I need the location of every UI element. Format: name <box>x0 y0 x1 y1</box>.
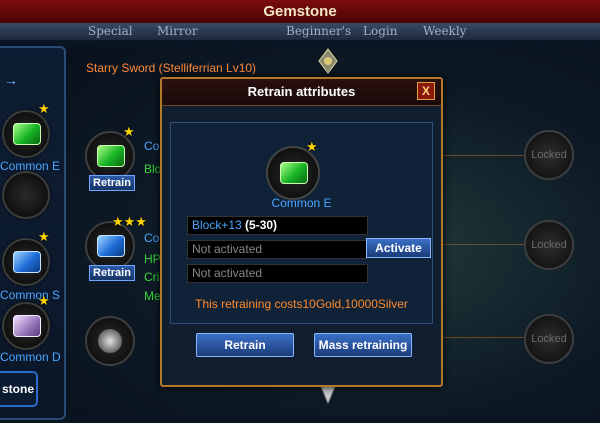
green-gem-icon <box>280 162 308 184</box>
star-icon: ★ <box>38 229 50 244</box>
connector-line <box>440 337 524 338</box>
blue-gem-icon <box>13 251 41 273</box>
gem-slot-common-e[interactable] <box>2 110 50 158</box>
star-icon: ★ <box>306 139 318 154</box>
green-gem-icon <box>13 123 41 145</box>
tab-strip: Special Mirror Beginner's Login Weekly <box>0 23 600 40</box>
blue-gem-icon <box>97 235 125 257</box>
dialog-gem-label: Common E <box>271 196 332 210</box>
gemstone-tab-button[interactable]: stone <box>0 371 38 407</box>
empty-gem-slot[interactable] <box>2 171 50 219</box>
tab-special[interactable]: Special <box>88 24 133 38</box>
slot-2-label: Co <box>144 231 160 245</box>
attribute-row-3: Not activated <box>187 264 368 283</box>
mass-retraining-button[interactable]: Mass retraining <box>314 333 412 357</box>
activate-button[interactable]: Activate <box>366 238 431 258</box>
pink-gem-icon <box>13 315 41 337</box>
dialog-title: Retrain attributes <box>247 84 356 99</box>
gem-slot-common-d[interactable] <box>2 302 50 350</box>
equip-gem-slot-3[interactable] <box>85 316 135 366</box>
tab-weekly[interactable]: Weekly <box>423 24 466 38</box>
green-gem-icon <box>97 145 125 167</box>
retrain-dialog: Retrain attributes X ★ Common E Block+13… <box>160 77 443 387</box>
star-icon: ★ <box>38 101 50 116</box>
slot-2-stat-hp: HP <box>144 252 161 266</box>
retrain-button-slot-2[interactable]: Retrain <box>89 265 135 281</box>
retrain-button-slot-1[interactable]: Retrain <box>89 175 135 191</box>
slot-1-label: Co <box>144 139 160 153</box>
slot-2-stat-me: Me <box>144 289 161 303</box>
star-icon: ★★★ <box>112 214 147 229</box>
tab-login[interactable]: Login <box>363 24 397 38</box>
attribute-name: Block+13 <box>192 218 242 232</box>
tab-mirror[interactable]: Mirror <box>157 24 198 38</box>
gem-slot-common-s[interactable] <box>2 238 50 286</box>
close-button[interactable]: X <box>417 82 435 100</box>
title-bar: Gemstone <box>0 0 600 24</box>
star-icon: ★ <box>123 124 135 139</box>
gray-gem-icon <box>98 329 122 353</box>
gem-label-common-d: Common D <box>0 350 61 364</box>
locked-slot-2: Locked <box>524 220 574 270</box>
spire-ornament-icon <box>318 48 338 74</box>
slot-2-stat-crit: Cri <box>144 270 160 284</box>
attribute-row-1: Block+13 (5-30) <box>187 216 368 235</box>
tab-beginners[interactable]: Beginner's <box>286 24 351 38</box>
connector-line <box>440 244 524 245</box>
cost-text: This retraining costs10Gold,10000Silver <box>195 297 408 311</box>
item-title: Starry Sword (Stelliferrian Lv10) <box>86 61 257 75</box>
window-title: Gemstone <box>263 3 337 20</box>
connector-line <box>440 155 524 156</box>
retrain-button[interactable]: Retrain <box>196 333 294 357</box>
attribute-range: (5-30) <box>245 218 278 232</box>
locked-slot-3: Locked <box>524 314 574 364</box>
scroll-arrow-icon[interactable]: → <box>4 72 18 88</box>
dialog-header: Retrain attributes X <box>162 79 441 106</box>
star-icon: ★ <box>38 293 50 308</box>
locked-slot-1: Locked <box>524 130 574 180</box>
gem-label-common-s: Common S <box>0 288 61 302</box>
attribute-row-2: Not activated <box>187 240 368 259</box>
slot-1-stat: Blo <box>144 162 162 176</box>
